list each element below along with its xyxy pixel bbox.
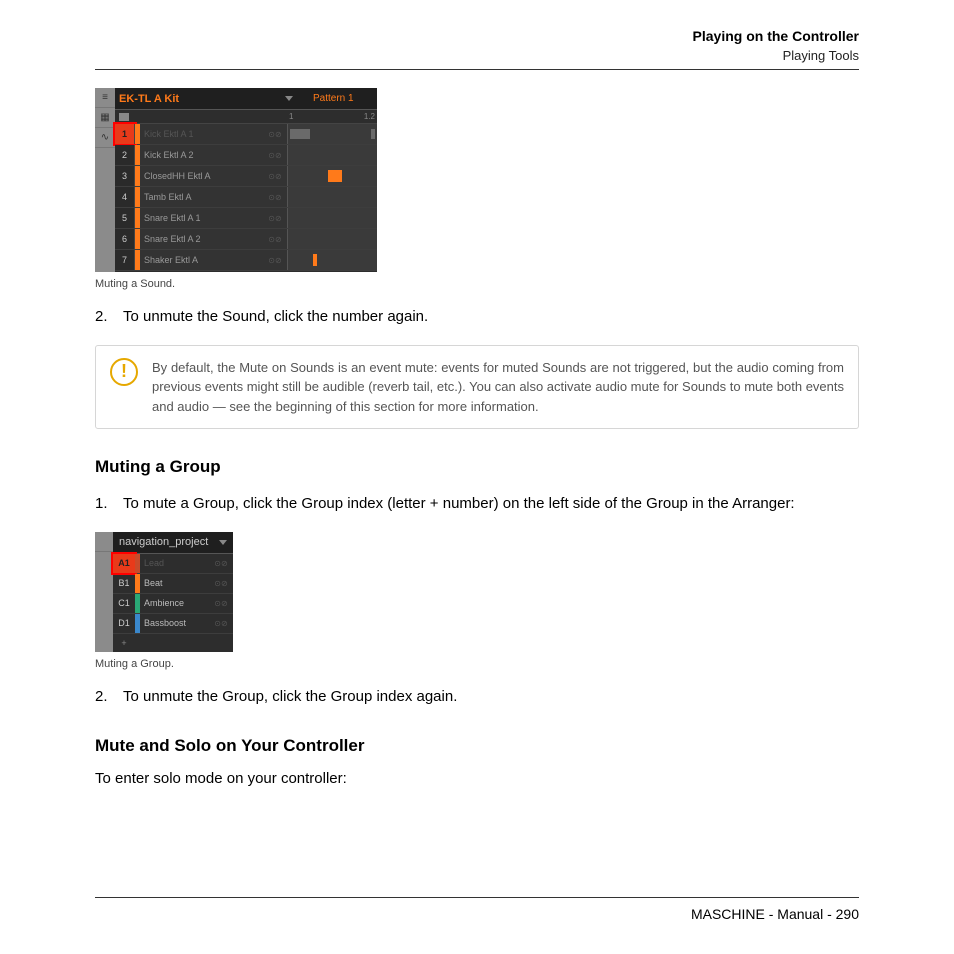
screenshot2-caption: Muting a Group.	[95, 658, 859, 670]
sound-row: 3ClosedHH Ektl A⊙⊘	[115, 166, 377, 187]
pattern-cell[interactable]	[287, 124, 377, 144]
sound-index[interactable]: 2	[115, 145, 135, 165]
sound-row: 1Kick Ektl A 1⊙⊘	[115, 124, 377, 145]
footer-divider	[95, 897, 859, 898]
pattern-cell[interactable]	[287, 166, 377, 186]
body-text: To enter solo mode on your controller:	[95, 770, 859, 787]
sound-row-icons: ⊙⊘	[263, 229, 287, 249]
screenshot-group-list: navigation_project A1Lead⊙⊘B1Beat⊙⊘C1Amb…	[95, 532, 233, 652]
step-text: To unmute the Sound, click the number ag…	[123, 306, 859, 329]
plus-icon[interactable]: +	[113, 634, 135, 652]
group-index[interactable]: C1	[113, 594, 135, 613]
add-group-row[interactable]: +	[113, 634, 233, 652]
pattern-cell[interactable]	[287, 187, 377, 207]
step-unmute-group: 2. To unmute the Group, click the Group …	[95, 686, 859, 709]
heading-mute-solo-controller: Mute and Solo on Your Controller	[95, 736, 859, 756]
sound-index[interactable]: 1	[115, 124, 135, 144]
screenshot1-caption: Muting a Sound.	[95, 278, 859, 290]
step-mute-group: 1. To mute a Group, click the Group inde…	[95, 493, 859, 516]
step-number: 2.	[95, 306, 123, 329]
group-row-icons: ⊙⊘	[209, 574, 233, 593]
chevron-down-icon[interactable]	[285, 96, 293, 101]
footer-page-info: MASCHINE - Manual - 290	[95, 906, 859, 922]
pattern-label[interactable]: Pattern 1	[313, 93, 373, 104]
group-row: B1 Beat⊙⊘	[113, 574, 233, 594]
chevron-down-icon[interactable]	[219, 540, 227, 545]
sound-name[interactable]: Tamb Ektl A	[140, 187, 263, 207]
sound-row: 6Snare Ektl A 2⊙⊘	[115, 229, 377, 250]
sound-index[interactable]: 3	[115, 166, 135, 186]
sound-name[interactable]: Shaker Ektl A	[140, 250, 263, 270]
sound-name[interactable]: Kick Ektl A 1	[140, 124, 263, 144]
pattern-cell[interactable]	[287, 229, 377, 249]
sound-name[interactable]: Kick Ektl A 2	[140, 145, 263, 165]
group-row: D1 Bassboost⊙⊘	[113, 614, 233, 634]
sound-row-icons: ⊙⊘	[263, 124, 287, 144]
sound-row: 7Shaker Ektl A⊙⊘	[115, 250, 377, 271]
speaker-icon	[119, 113, 129, 121]
group-index[interactable]: A1	[113, 554, 135, 573]
step-text: To unmute the Group, click the Group ind…	[123, 686, 859, 709]
group-row-icons: ⊙⊘	[209, 614, 233, 633]
group-index[interactable]: D1	[113, 614, 135, 633]
group-index[interactable]: B1	[113, 574, 135, 593]
step-number: 1.	[95, 493, 123, 516]
group-name[interactable]: Ambience	[140, 594, 209, 613]
pattern-cell[interactable]	[287, 250, 377, 270]
sound-row: 2Kick Ektl A 2⊙⊘	[115, 145, 377, 166]
wave-view-icon[interactable]: ∿	[95, 128, 115, 148]
warning-icon: !	[110, 358, 138, 386]
sound-index[interactable]: 4	[115, 187, 135, 207]
step-unmute-sound: 2. To unmute the Sound, click the number…	[95, 306, 859, 329]
group-name[interactable]: Bassboost	[140, 614, 209, 633]
pattern-cell[interactable]	[287, 208, 377, 228]
group-name[interactable]: Lead	[140, 554, 209, 573]
step-number: 2.	[95, 686, 123, 709]
step-text: To mute a Group, click the Group index (…	[123, 493, 859, 516]
sound-row-icons: ⊙⊘	[263, 250, 287, 270]
sound-index[interactable]: 5	[115, 208, 135, 228]
pad-view-icon[interactable]: ▦	[95, 108, 115, 128]
header-section: Playing Tools	[95, 48, 859, 63]
timeline-ruler: 1 1.2	[115, 110, 377, 124]
group-row: C1 Ambience⊙⊘	[113, 594, 233, 614]
pattern-cell[interactable]	[287, 145, 377, 165]
project-name[interactable]: navigation_project	[119, 536, 208, 548]
view-switcher-strip	[95, 532, 113, 652]
sound-row-icons: ⊙⊘	[263, 208, 287, 228]
header-divider	[95, 69, 859, 70]
list-view-icon[interactable]: ≡	[95, 88, 115, 108]
group-row-icons: ⊙⊘	[209, 594, 233, 613]
sound-name[interactable]: Snare Ektl A 1	[140, 208, 263, 228]
sound-name[interactable]: ClosedHH Ektl A	[140, 166, 263, 186]
ruler-tick-start: 1	[289, 112, 293, 121]
sound-row-icons: ⊙⊘	[263, 187, 287, 207]
sound-row-icons: ⊙⊘	[263, 145, 287, 165]
sound-index[interactable]: 7	[115, 250, 135, 270]
callout-text: By default, the Mute on Sounds is an eve…	[152, 358, 844, 417]
group-name[interactable]: Beat	[140, 574, 209, 593]
heading-muting-group: Muting a Group	[95, 457, 859, 477]
sound-row-icons: ⊙⊘	[263, 166, 287, 186]
group-row-icons: ⊙⊘	[209, 554, 233, 573]
header-chapter: Playing on the Controller	[95, 28, 859, 44]
info-callout: ! By default, the Mute on Sounds is an e…	[95, 345, 859, 430]
sound-row: 5Snare Ektl A 1⊙⊘	[115, 208, 377, 229]
sound-row: 4Tamb Ektl A⊙⊘	[115, 187, 377, 208]
screenshot-sound-list: ≡ ▦ ∿ EK-TL A Kit Pattern 1 1 1.2 1Kick …	[95, 88, 377, 272]
sound-name[interactable]: Snare Ektl A 2	[140, 229, 263, 249]
kit-header: EK-TL A Kit Pattern 1	[115, 88, 377, 110]
sound-index[interactable]: 6	[115, 229, 135, 249]
group-row: A1 Lead⊙⊘	[113, 554, 233, 574]
project-header: navigation_project	[113, 532, 233, 554]
ruler-tick-end: 1.2	[364, 112, 375, 121]
kit-name[interactable]: EK-TL A Kit	[119, 93, 285, 105]
view-switcher-strip: ≡ ▦ ∿	[95, 88, 115, 272]
